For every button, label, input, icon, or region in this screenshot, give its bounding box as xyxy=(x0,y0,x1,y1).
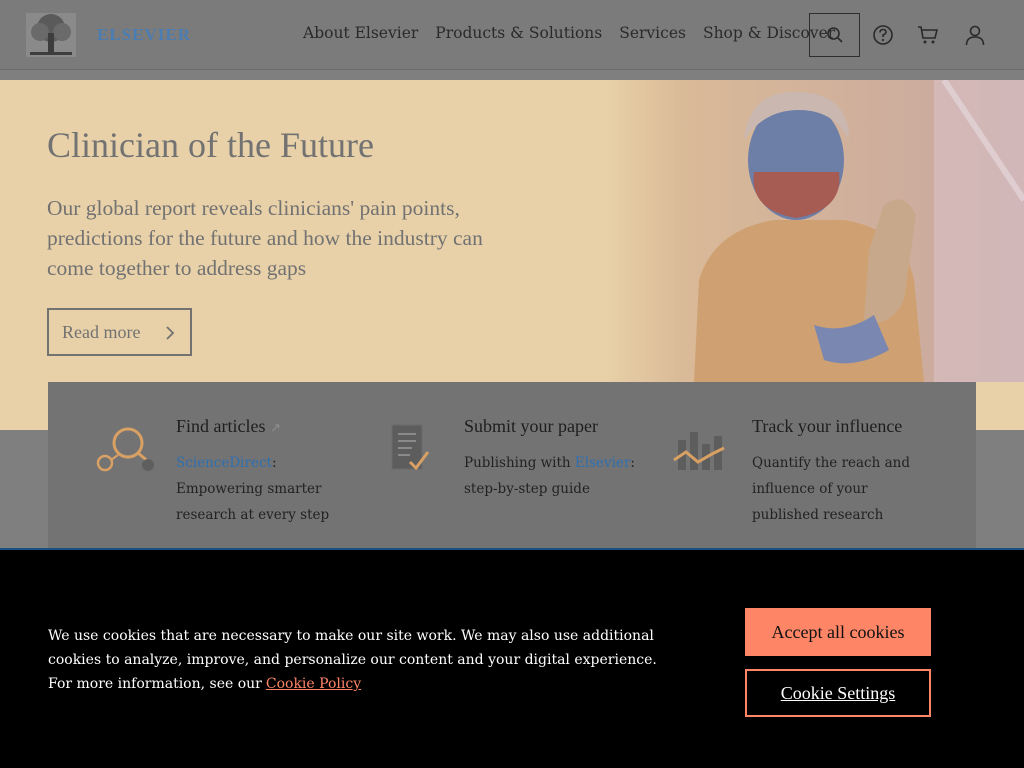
chevron-right-icon xyxy=(166,326,175,340)
hero-banner: Clinician of the Future Our global repor… xyxy=(0,80,1024,430)
read-more-button[interactable]: Read more xyxy=(47,308,192,356)
nav-products[interactable]: Products & Solutions xyxy=(435,24,602,42)
cart-icon[interactable] xyxy=(917,24,939,46)
site-header: ELSEVIER About Elsevier Products & Solut… xyxy=(0,0,1024,70)
nav-services[interactable]: Services xyxy=(619,24,686,42)
card-title-submit-paper[interactable]: Submit your paper xyxy=(464,416,598,437)
nav-about[interactable]: About Elsevier xyxy=(303,24,418,42)
search-button[interactable] xyxy=(809,13,860,57)
cookie-message: We use cookies that are necessary to mak… xyxy=(48,628,657,692)
external-link-icon: ↗ xyxy=(269,420,281,435)
brand-wordmark[interactable]: ELSEVIER xyxy=(97,25,191,45)
quick-links-panel: Find articles ↗ ScienceDirect: Empowerin… xyxy=(48,382,976,548)
document-check-icon xyxy=(391,424,430,471)
elsevier-link[interactable]: Elsevier xyxy=(575,455,630,471)
hero-title: Clinician of the Future xyxy=(47,125,374,165)
hero-description: Our global report reveals clinicians' pa… xyxy=(47,196,483,280)
clinician-photo xyxy=(604,80,1024,382)
card-title-track-influence[interactable]: Track your influence xyxy=(752,416,902,437)
sciencedirect-link[interactable]: ScienceDirect xyxy=(176,455,272,471)
magnifier-icon xyxy=(96,427,154,472)
help-icon[interactable] xyxy=(872,24,894,46)
main-nav: About Elsevier Products & Solutions Serv… xyxy=(303,24,852,42)
card-desc-submit-paper: Publishing with Elsevier: step-by-step g… xyxy=(464,455,635,497)
cookie-settings-button[interactable]: Cookie Settings xyxy=(745,669,931,717)
user-icon[interactable] xyxy=(964,24,986,46)
accept-all-cookies-button[interactable]: Accept all cookies xyxy=(745,608,931,656)
card-desc-find-articles: ScienceDirect: Empowering smarter resear… xyxy=(176,455,330,523)
elsevier-tree-logo[interactable] xyxy=(26,13,76,57)
cookie-banner: We use cookies that are necessary to mak… xyxy=(0,548,1024,768)
card-desc-track-influence: Quantify the reach and influence of your… xyxy=(752,455,910,523)
card-title-find-articles[interactable]: Find articles ↗ xyxy=(176,416,281,437)
cookie-policy-link[interactable]: Cookie Policy xyxy=(266,676,361,692)
chart-icon xyxy=(673,432,725,470)
read-more-label: Read more xyxy=(62,321,141,342)
search-icon xyxy=(826,27,843,43)
